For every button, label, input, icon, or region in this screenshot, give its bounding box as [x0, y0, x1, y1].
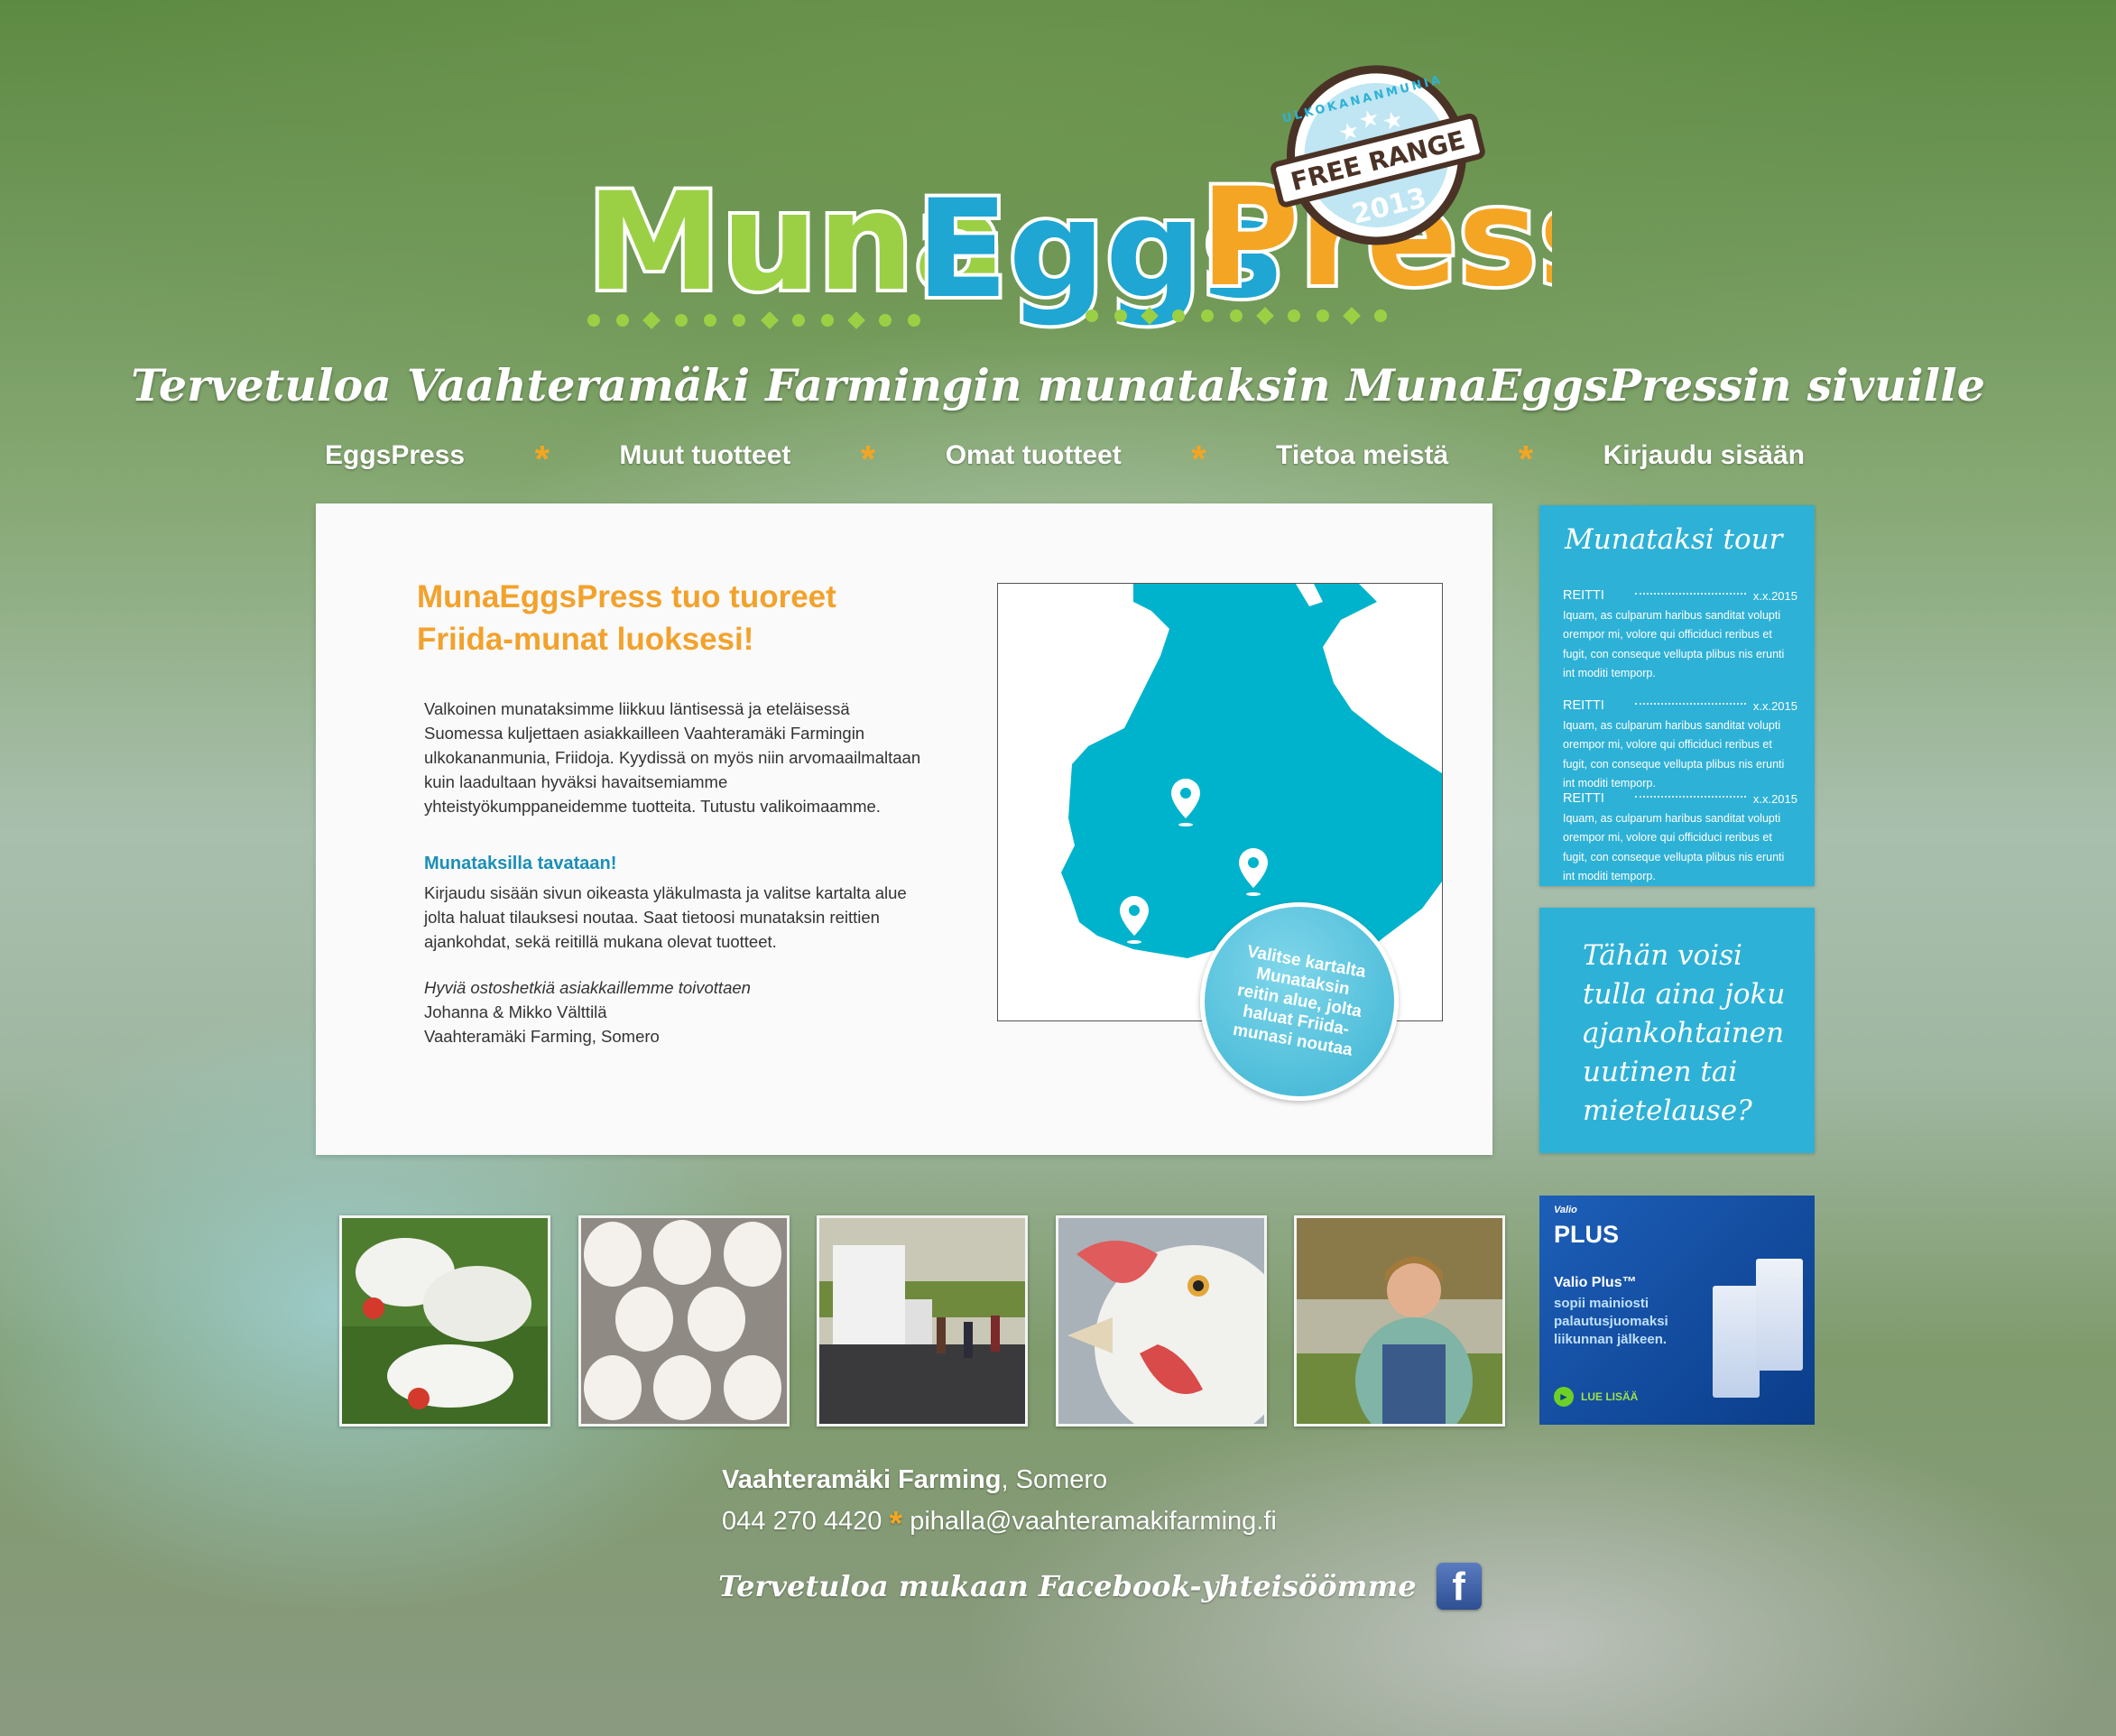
facebook-text: Tervetuloa mukaan Facebook-yhteisöömme [718, 1569, 1417, 1603]
nav-omat-tuotteet[interactable]: Omat tuotteet [946, 440, 1122, 471]
ad-carton-image [1756, 1259, 1803, 1371]
route-date: x.x.2015 [1752, 699, 1797, 713]
map-badge-text: Valitse kartalta Munataksin reitin alue,… [1231, 942, 1368, 1060]
ad-brand: Valio [1554, 1205, 1577, 1215]
photo-thumbnail-eggs[interactable] [578, 1215, 790, 1427]
greeting-block: Hyviä ostoshetkiä asiakkaillemme toivott… [424, 975, 751, 1048]
footer-company: Vaahteramäki Farming [722, 1465, 1002, 1494]
route-item[interactable]: REITTI x.x.2015 Iquam, as culparum haribu… [1563, 586, 1797, 684]
intro-paragraph: Valkoinen munataksimme liikkuu läntisess… [424, 699, 921, 816]
nav-separator: * [1518, 438, 1534, 480]
nav-separator: * [860, 438, 876, 480]
footer-contact-line: 044 270 4420 * pihalla@vaahteramakifarming… [722, 1505, 1277, 1544]
route-item[interactable]: REITTI x.x.2015 Iquam, as culparum haribu… [1563, 790, 1797, 887]
ad-title: Valio Plus™ [1554, 1275, 1637, 1290]
site-logo[interactable]: Muna Eggs Press ULKOKANANMUNIA ★★★ FREE … [578, 54, 1622, 352]
photo-thumbnail-farmer[interactable] [1294, 1215, 1505, 1427]
news-quote-box: Tähän voisi tulla aina joku ajankohtaine… [1539, 908, 1815, 1153]
nav-eggspress[interactable]: EggsPress [325, 440, 465, 471]
photo-thumbnail-hen-closeup[interactable] [1056, 1215, 1267, 1427]
route-label: REITTI [1563, 791, 1604, 806]
facebook-line: Tervetuloa mukaan Facebook-yhteisöömme f [718, 1563, 1482, 1610]
nav-tietoa-meista[interactable]: Tietoa meistä [1276, 440, 1448, 471]
welcome-heading: Tervetuloa Vaahteramäki Farmingin munata… [131, 359, 1985, 411]
signature-company: Vaahteramäki Farming, Somero [424, 1027, 660, 1046]
ad-text: sopii mainiosti palautusjuomaksi liikunn… [1554, 1296, 1668, 1347]
instructions-paragraph: Kirjaudu sisään sivun oikeasta yläkulmas… [424, 883, 907, 951]
footer-location: , Somero [1001, 1465, 1108, 1494]
route-label: REITTI [1563, 588, 1604, 603]
footer-email[interactable]: pihalla@vaahteramakifarming.fi [910, 1507, 1277, 1536]
photo-thumbnail-hens[interactable] [339, 1215, 550, 1427]
photo-thumbnail-market[interactable] [817, 1215, 1028, 1427]
footer-separator: * [889, 1505, 903, 1543]
route-label: REITTI [1563, 698, 1604, 713]
route-date: x.x.2015 [1752, 792, 1797, 806]
greeting-text: Hyviä ostoshetkiä asiakkaillemme toivott… [424, 978, 751, 997]
footer-company-line: Vaahteramäki Farming, Somero [722, 1465, 1107, 1495]
ad-carton-image [1713, 1286, 1760, 1398]
route-text: Iquam, as culparum haribus sanditat volu… [1563, 718, 1785, 790]
tour-title: Munataksi tour [1565, 523, 1783, 556]
route-text: Iquam, as culparum haribus sanditat volu… [1563, 608, 1785, 680]
facebook-icon[interactable]: f [1436, 1563, 1482, 1610]
nav-separator: * [534, 438, 550, 480]
ad-read-more[interactable]: ► LUE LISÄÄ [1554, 1387, 1638, 1407]
route-item[interactable]: REITTI x.x.2015 Iquam, as culparum haribu… [1563, 697, 1797, 794]
ad-product: PLUS [1554, 1221, 1620, 1248]
main-nav: EggsPress * Muut tuotteet * Omat tuottee… [325, 429, 1805, 483]
main-headline: MunaEggsPress tuo tuoreet Friida-munat l… [417, 579, 836, 657]
valio-plus-ad[interactable]: Valio PLUS Valio Plus™ sopii mainiosti p… [1539, 1196, 1815, 1425]
route-date: x.x.2015 [1752, 589, 1797, 603]
nav-muut-tuotteet[interactable]: Muut tuotteet [619, 440, 790, 471]
munataksi-tour-box: Munataksi tour REITTI x.x.2015 Iquam, as … [1539, 505, 1815, 886]
nav-kirjaudu-sisaan[interactable]: Kirjaudu sisään [1603, 440, 1805, 471]
route-text: Iquam, as culparum haribus sanditat volu… [1563, 811, 1785, 883]
subheading: Munataksilla tavataan! [424, 854, 617, 873]
quote-text: Tähän voisi tulla aina joku ajankohtaine… [1583, 939, 1786, 1127]
footer-phone[interactable]: 044 270 4420 [722, 1507, 882, 1536]
ad-cta-label: LUE LISÄÄ [1581, 1390, 1639, 1403]
nav-separator: * [1191, 438, 1206, 480]
signature-names: Johanna & Mikko Välttilä [424, 1002, 607, 1021]
arrow-right-icon: ► [1554, 1387, 1574, 1407]
